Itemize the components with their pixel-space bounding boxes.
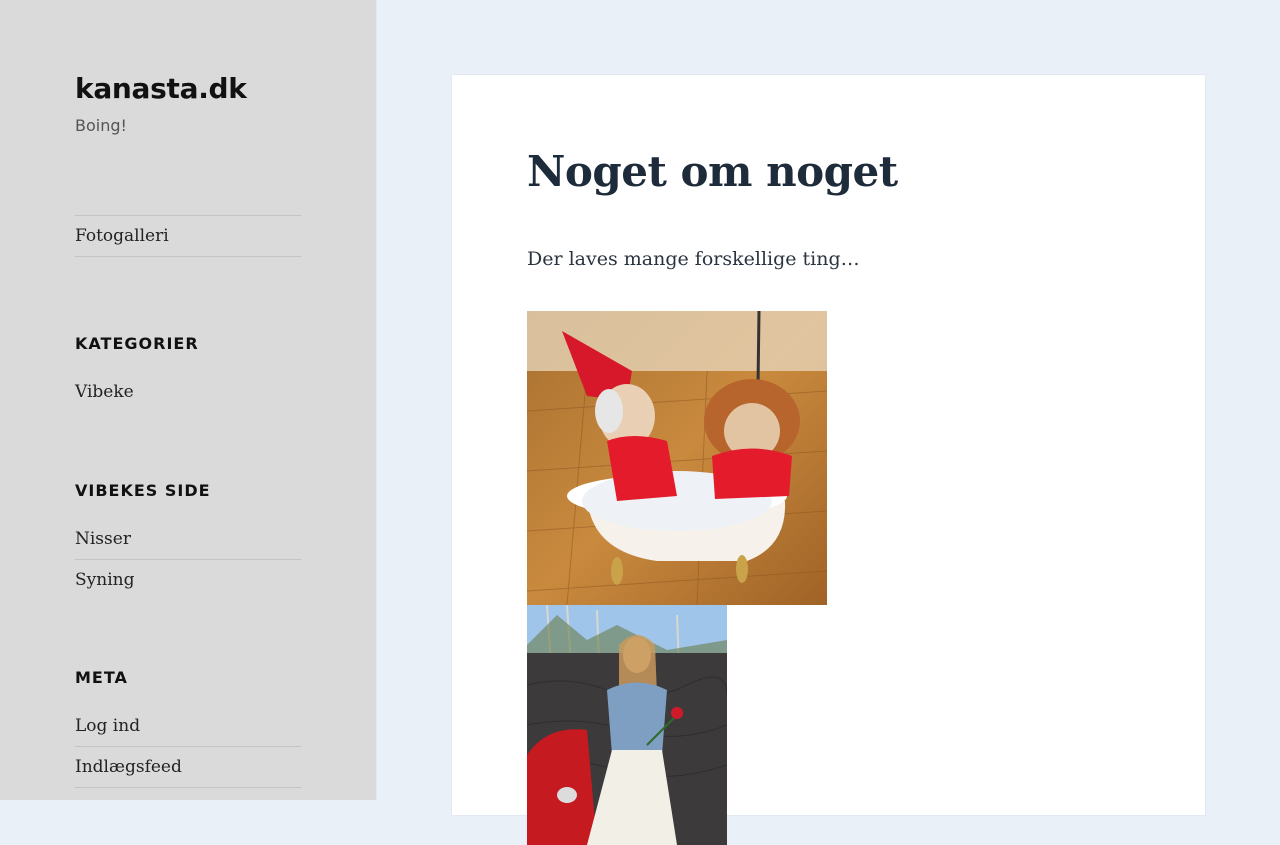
primary-menu: Fotogalleri	[75, 215, 301, 257]
meta-item-login[interactable]: Log ind	[75, 706, 301, 746]
vibekes-side-list: Nisser Syning	[75, 519, 301, 600]
post-card: Noget om noget Der laves mange forskelli…	[452, 75, 1205, 845]
photo-dolls-in-bathtub[interactable]	[527, 311, 827, 605]
menu-item-fotogalleri[interactable]: Fotogalleri	[75, 215, 301, 257]
photo-girl-svg	[527, 605, 727, 845]
category-item-vibeke[interactable]: Vibeke	[75, 372, 301, 412]
categories-list: Vibeke	[75, 372, 301, 412]
widget-title-meta: META	[75, 668, 128, 687]
meta-item-feed[interactable]: Indlægsfeed	[75, 746, 301, 788]
sidebar: kanasta.dk Boing! Fotogalleri KATEGORIER…	[0, 0, 376, 800]
photo-dolls-svg	[527, 311, 827, 605]
site-title[interactable]: kanasta.dk	[75, 72, 247, 105]
page-item-syning[interactable]: Syning	[75, 559, 301, 600]
post-title[interactable]: Noget om noget	[527, 147, 898, 196]
site-description: Boing!	[75, 116, 127, 135]
photo-girl-with-rose[interactable]	[527, 605, 727, 845]
widget-title-vibekes-side: VIBEKES SIDE	[75, 481, 211, 500]
meta-list: Log ind Indlægsfeed	[75, 706, 301, 788]
page-item-nisser[interactable]: Nisser	[75, 519, 301, 559]
post-excerpt: Der laves mange forskellige ting…	[527, 248, 860, 270]
widget-title-categories: KATEGORIER	[75, 334, 199, 353]
